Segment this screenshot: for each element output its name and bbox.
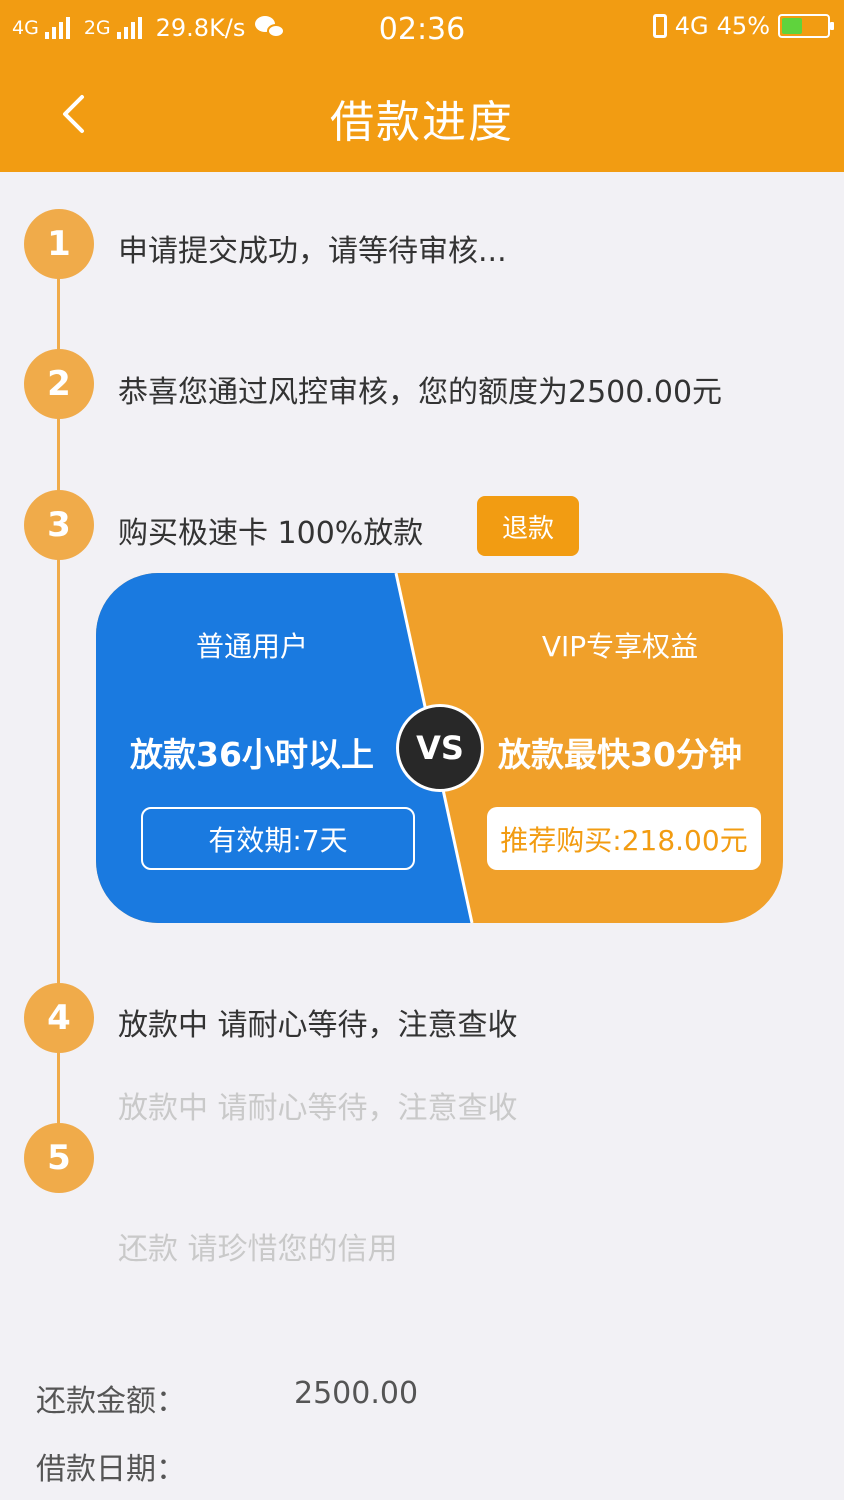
step-1-number: 1 (24, 209, 94, 279)
step-3-number: 3 (24, 490, 94, 560)
vs-badge: VS (396, 704, 484, 792)
refund-button[interactable]: 退款 (477, 496, 579, 556)
loan-date-label: 借款日期： (36, 1452, 186, 1487)
vibrate-icon (652, 14, 667, 38)
normal-user-title: 普通用户 (195, 630, 308, 663)
status-bar: 4G 2G 29.8K/s 02:36 4G 45% (0, 0, 844, 58)
normal-validity-box: 有效期:7天 (141, 807, 415, 870)
normal-user-speed: 放款36小时以上 (130, 735, 374, 774)
step-5-number: 5 (24, 1123, 94, 1193)
step-2-text: 恭喜您通过风控审核，您的额度为2500.00元 (118, 375, 723, 410)
header-bar: 4G 2G 29.8K/s 02:36 4G 45% 借款进度 (0, 0, 844, 172)
network-type-right: 4G (674, 12, 709, 40)
step-1-text: 申请提交成功，请等待审核... (118, 234, 507, 269)
step-5-text: 还款 请珍惜您的信用 (118, 1232, 398, 1267)
battery-percent: 45% (716, 12, 770, 40)
page-title: 借款进度 (330, 97, 514, 148)
step-4-number: 4 (24, 983, 94, 1053)
vip-buy-button[interactable]: 推荐购买:218.00元 (487, 807, 761, 870)
step-4-subtext: 放款中 请耐心等待，注意查收 (118, 1091, 518, 1126)
step-3-text: 购买极速卡 100%放款 (118, 516, 424, 551)
step-2-number: 2 (24, 349, 94, 419)
vip-title: VIP专享权益 (541, 630, 699, 663)
battery-icon (778, 14, 834, 38)
repay-amount-value: 2500.00 (294, 1376, 419, 1411)
vip-speed: 放款最快30分钟 (498, 735, 742, 774)
status-right: 4G 45% (652, 12, 834, 40)
repay-amount-label: 还款金额： (36, 1384, 186, 1419)
step-4-text: 放款中 请耐心等待，注意查收 (118, 1008, 518, 1043)
